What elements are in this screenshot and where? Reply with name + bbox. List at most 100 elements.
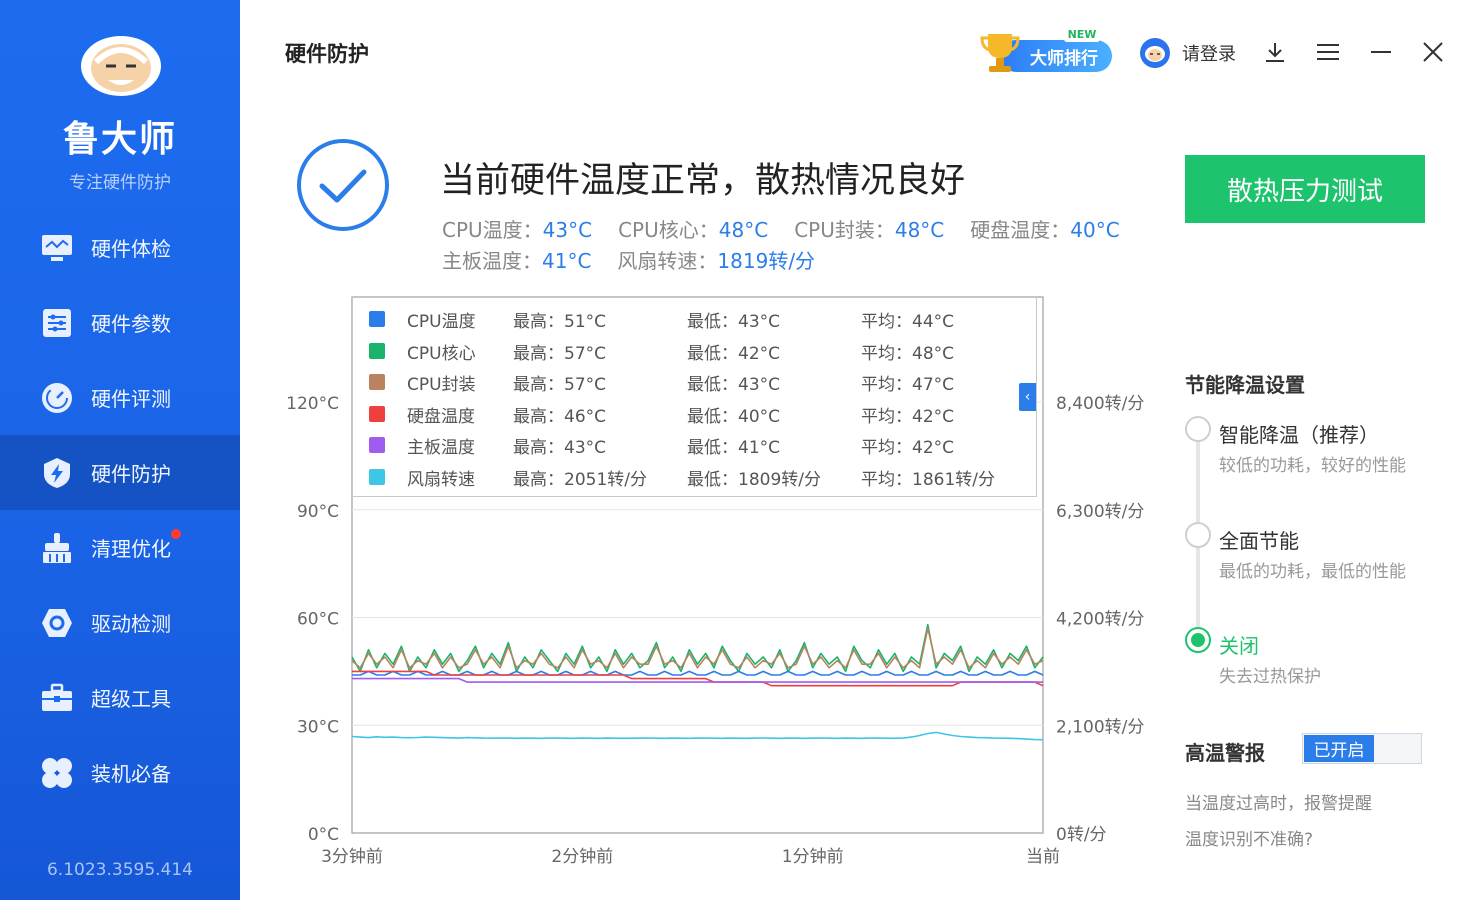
legend-swatch: [369, 406, 385, 422]
menu-icon[interactable]: [1314, 38, 1342, 66]
legend-row: 主板温度 最高：43°C 最低：41°C 平均：42°C: [353, 429, 1036, 461]
y-right-tick-label: 8,400转/分: [1056, 394, 1144, 414]
legend-row: 硬盘温度 最高：46°C 最低：40°C 平均：42°C: [353, 398, 1036, 430]
legend-swatch: [369, 469, 385, 485]
sidebar-item-label: 硬件参数: [91, 312, 171, 336]
sidebar-item-super-tools[interactable]: 超级工具: [0, 660, 240, 735]
sidebar-item-label-text: 清理优化: [91, 537, 171, 561]
legend-row: CPU温度 最高：51°C 最低：43°C 平均：44°C: [353, 303, 1036, 335]
legend-min: 最低：43°C: [687, 374, 781, 395]
option-desc: 最低的功耗，最低的性能: [1219, 562, 1406, 582]
sidebar-item-hardware-protection[interactable]: 硬件防护: [0, 435, 240, 510]
toggle-on-label: 已开启: [1304, 735, 1374, 762]
temp-inaccurate-link[interactable]: 温度识别不准确?: [1185, 825, 1313, 850]
sidebar-item-label: 硬件体检: [91, 237, 171, 261]
close-icon[interactable]: [1419, 38, 1447, 66]
legend-min: 最低：42°C: [687, 343, 781, 364]
legend-swatch: [369, 343, 385, 359]
sidebar-item-clean-optimize[interactable]: 清理优化: [0, 510, 240, 585]
metric-label: 主板温度：: [442, 249, 542, 273]
legend-name: CPU温度: [407, 311, 476, 332]
metric-board-temp: 主板温度：41°C: [442, 245, 591, 276]
metric-value: 48°C: [718, 218, 769, 242]
y-left-tick-label: 30°C: [297, 717, 339, 737]
sidebar-item-essentials[interactable]: 装机必备: [0, 735, 240, 810]
shield-bolt-icon: [40, 456, 74, 490]
option-desc: 失去过热保护: [1219, 667, 1321, 687]
series-line-主板温度: [352, 677, 1043, 683]
sidebar-item-label: 驱动检测: [91, 612, 171, 636]
y-right-tick-label: 6,300转/分: [1056, 502, 1144, 522]
sidebar: 鲁大师 专注硬件防护 硬件体检 硬件参数 硬件评测 硬件防护 清理优化 驱动检测…: [0, 0, 240, 900]
option-desc: 较低的功耗，较好的性能: [1219, 456, 1406, 476]
metrics-row: CPU温度：43°C CPU核心：48°C CPU封装：48°C 硬盘温度：40…: [442, 214, 1146, 245]
legend-swatch: [369, 437, 385, 453]
master-ranking-button[interactable]: 大师排行 NEW: [980, 26, 1116, 76]
metric-cpu-package: CPU封装：48°C: [794, 214, 944, 245]
legend-avg: 平均：1861转/分: [861, 469, 995, 490]
series-line-硬盘温度: [352, 670, 1044, 687]
chart-legend: CPU温度 最高：51°C 最低：43°C 平均：44°C CPU核心 最高：5…: [352, 297, 1037, 497]
metric-value: 40°C: [1070, 218, 1120, 242]
sidebar-item-hardware-check[interactable]: 硬件体检: [0, 210, 240, 285]
notification-dot: [171, 529, 181, 539]
legend-avg: 平均：47°C: [861, 374, 955, 395]
petals-icon: [40, 756, 74, 790]
app-name: 鲁大师: [62, 119, 177, 160]
broom-icon: [40, 531, 74, 565]
login-button[interactable]: 请登录: [1140, 38, 1236, 68]
y-left-tick-label: 60°C: [297, 610, 339, 630]
legend-name: 硬盘温度: [407, 406, 475, 427]
legend-row: CPU封装 最高：57°C 最低：43°C 平均：47°C: [353, 366, 1036, 398]
cooling-stress-test-button[interactable]: 散热压力测试: [1185, 155, 1425, 223]
legend-avg: 平均：44°C: [861, 311, 955, 332]
gauge-icon: [40, 381, 74, 415]
metric-label: 硬盘温度：: [970, 218, 1071, 242]
radio-off[interactable]: [1185, 627, 1211, 653]
legend-max: 最高：2051转/分: [513, 469, 647, 490]
sidebar-item-hardware-benchmark[interactable]: 硬件评测: [0, 360, 240, 435]
sliders-icon: [40, 306, 74, 340]
legend-max: 最高：57°C: [513, 343, 607, 364]
app-logo: 鲁大师 专注硬件防护: [0, 18, 240, 193]
alarm-note: 当温度过高时，报警提醒: [1185, 794, 1372, 814]
x-tick-label: 3分钟前: [321, 847, 383, 867]
metric-label: 风扇转速：: [617, 249, 718, 273]
alarm-toggle[interactable]: 已开启: [1302, 733, 1422, 764]
version-label: 6.1023.3595.414: [46, 860, 193, 880]
option-label[interactable]: 关闭: [1219, 630, 1259, 659]
sidebar-item-hardware-params[interactable]: 硬件参数: [0, 285, 240, 360]
legend-min: 最低：40°C: [687, 406, 781, 427]
sidebar-item-label: 硬件防护: [91, 462, 171, 486]
legend-collapse-icon[interactable]: ‹: [1019, 383, 1036, 411]
metric-label: CPU核心：: [618, 218, 719, 242]
series-line-CPU核心: [351, 623, 1044, 673]
option-label[interactable]: 智能降温（推荐）: [1219, 419, 1379, 448]
legend-max: 最高：51°C: [513, 311, 607, 332]
legend-row: CPU核心 最高：57°C 最低：42°C 平均：48°C: [353, 335, 1036, 367]
option-label[interactable]: 全面节能: [1219, 525, 1299, 554]
metric-value: 1819转/分: [717, 249, 816, 273]
series-line-CPU封装: [351, 627, 1044, 669]
sidebar-item-driver-check[interactable]: 驱动检测: [0, 585, 240, 660]
status-headline: 当前硬件温度正常，散热情况良好: [440, 161, 966, 201]
legend-max: 最高：46°C: [513, 406, 607, 427]
legend-min: 最低：1809转/分: [687, 469, 821, 490]
legend-name: CPU核心: [407, 343, 476, 364]
metric-value: 43°C: [542, 218, 593, 242]
radio-full-power-saving[interactable]: [1185, 522, 1211, 548]
legend-avg: 平均：42°C: [861, 437, 955, 458]
metric-cpu-core: CPU核心：48°C: [618, 214, 768, 245]
toolbox-icon: [40, 681, 74, 715]
y-right-tick-label: 0转/分: [1056, 825, 1107, 845]
minimize-icon[interactable]: [1367, 38, 1395, 66]
download-icon[interactable]: [1261, 38, 1289, 66]
sidebar-nav: 硬件体检 硬件参数 硬件评测 硬件防护 清理优化 驱动检测 超级工具 装机必备: [0, 210, 240, 810]
temperature-metrics: CPU温度：43°C CPU核心：48°C CPU封装：48°C 硬盘温度：40…: [442, 214, 1146, 276]
y-left-tick-label: 90°C: [297, 502, 339, 522]
legend-avg: 平均：42°C: [861, 406, 955, 427]
legend-row: 风扇转速 最高：2051转/分 最低：1809转/分 平均：1861转/分: [353, 461, 1036, 493]
metric-value: 41°C: [542, 249, 592, 273]
radio-smart-cooling[interactable]: [1185, 416, 1211, 442]
sidebar-item-label: 超级工具: [91, 687, 171, 711]
